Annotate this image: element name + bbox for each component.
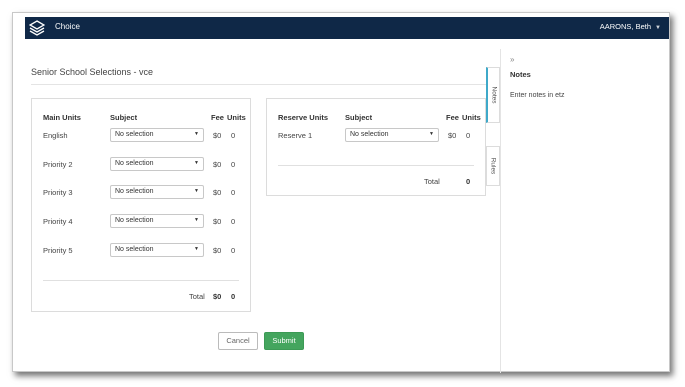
total-label: Total xyxy=(189,292,205,301)
units-value: 0 xyxy=(231,160,236,169)
subject-select-reserve-1[interactable]: No selection ▼ xyxy=(345,128,439,142)
subject-select-priority-4[interactable]: No selection ▼ xyxy=(110,214,204,228)
fee-value: $0 xyxy=(213,188,222,197)
row-label-priority-2: Priority 2 xyxy=(43,160,73,169)
top-navbar: Choice AARONS, Beth ▼ xyxy=(25,17,669,39)
sidebar-divider xyxy=(500,49,501,373)
select-value: No selection xyxy=(115,246,154,253)
caret-down-icon: ▼ xyxy=(194,188,199,194)
chevron-down-icon: ▼ xyxy=(655,25,661,31)
fee-value: $0 xyxy=(213,246,222,255)
tab-notes-label: Notes xyxy=(490,86,497,104)
units-value: 0 xyxy=(466,131,471,140)
main-units-panel: Main Units Subject Fee Units English No … xyxy=(31,98,251,312)
tab-notes[interactable]: Notes xyxy=(486,67,500,123)
units-header: Units xyxy=(227,113,246,122)
reserve-units-header: Reserve Units xyxy=(278,113,329,122)
tab-rules-label: Rules xyxy=(489,157,497,175)
stacked-layers-icon[interactable] xyxy=(29,20,45,36)
divider xyxy=(43,280,239,281)
subject-select-priority-3[interactable]: No selection ▼ xyxy=(110,185,204,199)
app-title: Choice xyxy=(55,22,80,31)
row-label-priority-5: Priority 5 xyxy=(43,246,73,255)
fee-header: Fee xyxy=(211,113,224,122)
subject-header: Subject xyxy=(345,113,373,122)
subject-select-priority-5[interactable]: No selection ▼ xyxy=(110,243,204,257)
double-chevron-right-icon[interactable]: » xyxy=(510,55,514,64)
total-label: Total xyxy=(424,177,440,186)
divider xyxy=(278,165,474,166)
total-units: 0 xyxy=(466,177,471,186)
select-value: No selection xyxy=(115,217,154,224)
units-value: 0 xyxy=(231,246,236,255)
caret-down-icon: ▼ xyxy=(194,160,199,166)
row-label-priority-4: Priority 4 xyxy=(43,217,73,226)
subject-select-priority-2[interactable]: No selection ▼ xyxy=(110,157,204,171)
caret-down-icon: ▼ xyxy=(429,131,434,137)
fee-header: Fee xyxy=(446,113,459,122)
notes-input[interactable]: Enter notes in etz xyxy=(510,92,564,99)
fee-value: $0 xyxy=(448,131,457,140)
units-value: 0 xyxy=(231,131,236,140)
caret-down-icon: ▼ xyxy=(194,131,199,137)
row-label-english: English xyxy=(43,131,68,140)
row-label-reserve-1: Reserve 1 xyxy=(278,131,313,140)
select-value: No selection xyxy=(350,131,389,138)
submit-button[interactable]: Submit xyxy=(264,332,304,350)
app-window: Choice AARONS, Beth ▼ Senior School Selec… xyxy=(12,12,670,373)
total-fee: $0 xyxy=(213,292,222,301)
units-value: 0 xyxy=(231,188,236,197)
fee-value: $0 xyxy=(213,217,222,226)
units-header: Units xyxy=(462,113,481,122)
user-menu[interactable]: AARONS, Beth ▼ xyxy=(600,22,661,31)
reserve-units-panel: Reserve Units Subject Fee Units Reserve … xyxy=(266,98,486,196)
cancel-button[interactable]: Cancel xyxy=(218,332,258,350)
caret-down-icon: ▼ xyxy=(194,217,199,223)
tab-rules[interactable]: Rules xyxy=(486,146,500,186)
select-value: No selection xyxy=(115,160,154,167)
fee-value: $0 xyxy=(213,131,222,140)
user-name: AARONS, Beth xyxy=(599,22,652,31)
divider xyxy=(31,84,497,85)
page-title: Senior School Selections - vce xyxy=(31,67,154,77)
units-value: 0 xyxy=(231,217,236,226)
select-value: No selection xyxy=(115,131,154,138)
subject-select-english[interactable]: No selection ▼ xyxy=(110,128,204,142)
main-units-header: Main Units xyxy=(43,113,81,122)
total-units: 0 xyxy=(231,292,236,301)
fee-value: $0 xyxy=(213,160,222,169)
row-label-priority-3: Priority 3 xyxy=(43,188,73,197)
select-value: No selection xyxy=(115,188,154,195)
subject-header: Subject xyxy=(110,113,138,122)
caret-down-icon: ▼ xyxy=(194,246,199,252)
notes-heading: Notes xyxy=(510,70,531,79)
